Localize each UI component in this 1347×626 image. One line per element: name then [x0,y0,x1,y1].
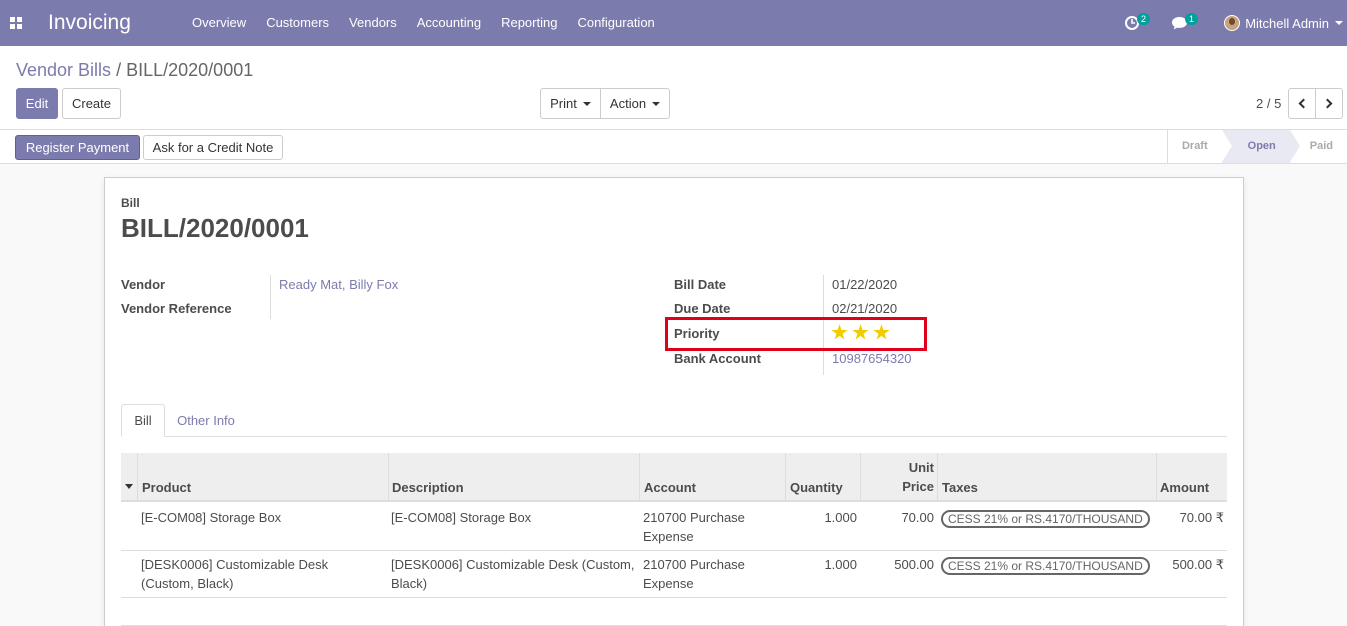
due-date-label: Due Date [674,301,731,316]
stage-open: Open [1221,130,1300,163]
vendor-link[interactable]: Ready Mat, Billy Fox [279,277,398,292]
column-header-account[interactable]: Account [644,480,696,495]
field-separator [270,275,271,319]
pager-next-button[interactable] [1315,88,1343,119]
column-header-unit-price[interactable]: Unit Price [864,460,934,494]
app-name: Invoicing [48,11,131,34]
avatar [1224,15,1241,31]
row-1-description: [E-COM08] Storage Box [391,510,532,525]
row-2-product: [DESK0006] Customizable Desk (Custom, Bl… [141,555,328,593]
print-label: Print [550,96,577,111]
column-separator [785,453,786,502]
breadcrumb-current: BILL/2020/0001 [126,60,254,80]
row-2-amount: 500.00 ₹ [1172,557,1224,572]
menu-reporting[interactable]: Reporting [491,0,567,46]
column-separator [860,453,861,502]
tab-other-info[interactable]: Other Info [170,404,242,437]
tabs-divider [121,436,1227,437]
row-1-tax-tag: CESS 21% or RS.4170/THOUSAND [941,510,1150,528]
breadcrumb: Vendor Bills / BILL/2020/0001 [16,60,253,81]
breadcrumb-vendor-bills[interactable]: Vendor Bills [16,60,111,80]
row-1-account-line1: 210700 Purchase [643,510,745,525]
row-1-product: [E-COM08] Storage Box [141,510,282,525]
row-2-product-line2: (Custom, Black) [141,576,234,591]
column-separator [1156,453,1157,502]
column-header-amount[interactable]: Amount [1160,480,1209,495]
messages-button[interactable] [1171,0,1188,46]
due-date-value: 02/21/2020 [832,301,898,316]
row-2-tax-tag: CESS 21% or RS.4170/THOUSAND [941,557,1150,575]
bank-account-label: Bank Account [674,351,761,366]
row-1-unit-price: 70.00 [901,510,934,525]
row-2-account-line2: Expense [643,576,694,591]
row-1-account-line2: Expense [643,529,694,544]
edit-button[interactable]: Edit [16,88,58,119]
row-2-description-line2: Black) [391,576,428,591]
user-name: Mitchell Admin [1245,15,1329,31]
row-2-account: 210700 Purchase Expense [643,555,745,593]
register-payment-button[interactable]: Register Payment [15,135,140,160]
status-bar: Register Payment Ask for a Credit Note D… [0,129,1347,164]
stage-draft: Draft [1181,140,1208,152]
chevron-down-icon [1335,21,1343,25]
row-2-description-line1: [DESK0006] Customizable Desk (Custom, [391,557,635,572]
activity-count-badge: 2 [1137,13,1151,25]
breadcrumb-separator: / [116,60,122,80]
column-separator [639,453,640,502]
pager-previous-button[interactable] [1288,88,1316,119]
menu-accounting[interactable]: Accounting [407,0,491,46]
vendor-label: Vendor [121,277,166,292]
create-button[interactable]: Create [62,88,121,119]
action-dropdown[interactable]: Action [600,88,670,119]
stage-pipeline: Draft Open Paid [1166,130,1347,163]
menu-configuration[interactable]: Configuration [567,0,664,46]
print-dropdown[interactable]: Print [540,88,601,119]
row-2-account-line1: 210700 Purchase [643,557,745,572]
column-separator [137,453,138,502]
bill-type-label: Bill [121,196,140,210]
priority-label: Priority [674,326,720,341]
menu-customers[interactable]: Customers [256,0,339,46]
column-header-description[interactable]: Description [392,480,464,495]
row-1-account: 210700 Purchase Expense [643,508,745,546]
column-header-product[interactable]: Product [142,480,191,495]
apps-grid-icon[interactable] [10,17,22,29]
add-line-row[interactable] [121,598,1227,626]
vendor-reference-label: Vendor Reference [121,301,232,316]
chevron-down-icon [652,101,661,106]
menu-overview[interactable]: Overview [182,0,256,46]
column-separator [388,453,389,502]
unit-price-header-line2: Price [902,479,934,494]
top-navbar: Invoicing Overview Customers Vendors Acc… [0,0,1347,46]
row-2-description: [DESK0006] Customizable Desk (Custom, Bl… [391,555,634,593]
column-header-quantity[interactable]: Quantity [790,480,843,495]
row-2-quantity: 1.000 [824,557,857,572]
row-2-product-line1: [DESK0006] Customizable Desk [141,557,329,572]
column-header-taxes[interactable]: Taxes [942,480,978,495]
action-label: Action [609,96,647,111]
bill-date-label: Bill Date [674,277,727,292]
column-separator [937,453,938,502]
pager-value: 2 / 5 [1256,96,1282,111]
bill-date-value: 01/22/2020 [832,277,898,292]
credit-note-button[interactable]: Ask for a Credit Note [143,135,283,160]
bank-account-link[interactable]: 10987654320 [832,351,912,366]
unit-price-header-line1: Unit [908,460,934,475]
row-1-quantity: 1.000 [824,510,857,525]
row-2-unit-price: 500.00 [894,557,934,572]
user-menu[interactable]: Mitchell Admin [1224,0,1343,46]
menu-vendors[interactable]: Vendors [339,0,407,46]
main-menu: Overview Customers Vendors Accounting Re… [182,0,665,46]
chevron-left-icon [1298,98,1309,109]
chevron-right-icon [1322,98,1333,109]
bill-number-title: BILL/2020/0001 [121,213,309,243]
message-count-badge: 1 [1185,13,1199,25]
sort-caret-icon[interactable] [125,484,133,489]
tab-bill[interactable]: Bill [121,404,165,437]
row-1-amount: 70.00 ₹ [1179,510,1224,525]
chevron-down-icon [582,101,591,106]
